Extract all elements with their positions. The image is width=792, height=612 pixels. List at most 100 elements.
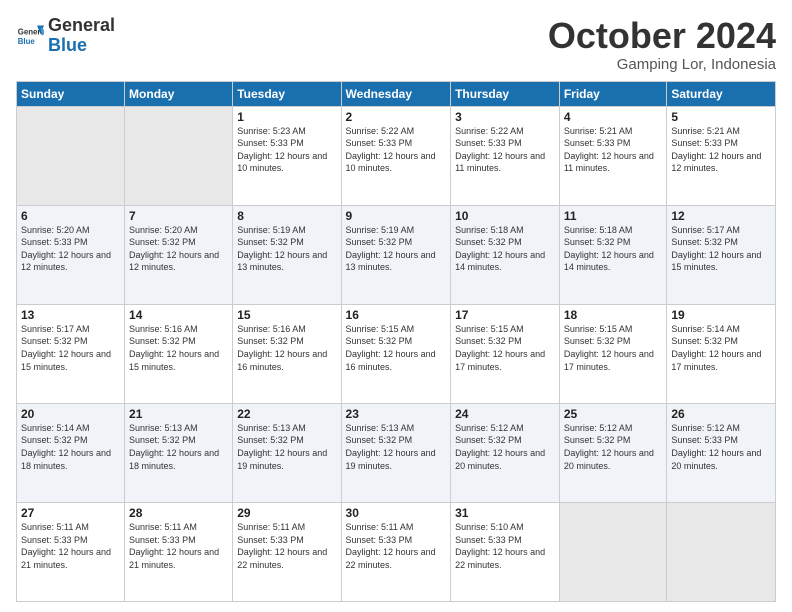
day-number: 23 [346, 407, 447, 421]
calendar-cell: 26Sunrise: 5:12 AMSunset: 5:33 PMDayligh… [667, 403, 776, 502]
calendar-cell: 1Sunrise: 5:23 AMSunset: 5:33 PMDaylight… [233, 106, 341, 205]
day-number: 6 [21, 209, 120, 223]
day-info: Sunrise: 5:18 AMSunset: 5:32 PMDaylight:… [564, 224, 663, 274]
day-number: 20 [21, 407, 120, 421]
day-number: 1 [237, 110, 336, 124]
day-number: 13 [21, 308, 120, 322]
day-number: 5 [671, 110, 771, 124]
day-info: Sunrise: 5:11 AMSunset: 5:33 PMDaylight:… [21, 521, 120, 571]
calendar-cell: 25Sunrise: 5:12 AMSunset: 5:32 PMDayligh… [559, 403, 667, 502]
day-number: 24 [455, 407, 555, 421]
calendar-cell: 18Sunrise: 5:15 AMSunset: 5:32 PMDayligh… [559, 304, 667, 403]
day-number: 2 [346, 110, 447, 124]
day-number: 15 [237, 308, 336, 322]
day-info: Sunrise: 5:12 AMSunset: 5:32 PMDaylight:… [455, 422, 555, 472]
day-info: Sunrise: 5:21 AMSunset: 5:33 PMDaylight:… [671, 125, 771, 175]
calendar-week-row: 20Sunrise: 5:14 AMSunset: 5:32 PMDayligh… [17, 403, 776, 502]
day-number: 14 [129, 308, 228, 322]
day-info: Sunrise: 5:12 AMSunset: 5:33 PMDaylight:… [671, 422, 771, 472]
weekday-header-sunday: Sunday [17, 81, 125, 106]
calendar-cell: 30Sunrise: 5:11 AMSunset: 5:33 PMDayligh… [341, 502, 451, 601]
day-number: 18 [564, 308, 663, 322]
day-info: Sunrise: 5:14 AMSunset: 5:32 PMDaylight:… [21, 422, 120, 472]
day-info: Sunrise: 5:21 AMSunset: 5:33 PMDaylight:… [564, 125, 663, 175]
day-number: 21 [129, 407, 228, 421]
calendar-cell: 2Sunrise: 5:22 AMSunset: 5:33 PMDaylight… [341, 106, 451, 205]
day-info: Sunrise: 5:19 AMSunset: 5:32 PMDaylight:… [237, 224, 336, 274]
calendar-cell: 8Sunrise: 5:19 AMSunset: 5:32 PMDaylight… [233, 205, 341, 304]
weekday-header-saturday: Saturday [667, 81, 776, 106]
calendar-cell: 23Sunrise: 5:13 AMSunset: 5:32 PMDayligh… [341, 403, 451, 502]
calendar-cell [559, 502, 667, 601]
day-number: 9 [346, 209, 447, 223]
day-number: 17 [455, 308, 555, 322]
day-number: 19 [671, 308, 771, 322]
day-info: Sunrise: 5:14 AMSunset: 5:32 PMDaylight:… [671, 323, 771, 373]
month-title: October 2024 [548, 16, 776, 56]
calendar-cell: 7Sunrise: 5:20 AMSunset: 5:32 PMDaylight… [125, 205, 233, 304]
calendar-cell: 29Sunrise: 5:11 AMSunset: 5:33 PMDayligh… [233, 502, 341, 601]
logo-text: General Blue [48, 16, 115, 56]
day-number: 31 [455, 506, 555, 520]
day-number: 28 [129, 506, 228, 520]
day-info: Sunrise: 5:16 AMSunset: 5:32 PMDaylight:… [129, 323, 228, 373]
day-info: Sunrise: 5:22 AMSunset: 5:33 PMDaylight:… [455, 125, 555, 175]
calendar-cell: 4Sunrise: 5:21 AMSunset: 5:33 PMDaylight… [559, 106, 667, 205]
day-number: 8 [237, 209, 336, 223]
day-number: 3 [455, 110, 555, 124]
calendar-cell: 27Sunrise: 5:11 AMSunset: 5:33 PMDayligh… [17, 502, 125, 601]
calendar-cell: 5Sunrise: 5:21 AMSunset: 5:33 PMDaylight… [667, 106, 776, 205]
calendar-cell: 3Sunrise: 5:22 AMSunset: 5:33 PMDaylight… [451, 106, 560, 205]
weekday-header-thursday: Thursday [451, 81, 560, 106]
location-subtitle: Gamping Lor, Indonesia [548, 56, 776, 73]
logo-icon: General Blue [16, 22, 44, 50]
day-info: Sunrise: 5:13 AMSunset: 5:32 PMDaylight:… [129, 422, 228, 472]
day-info: Sunrise: 5:23 AMSunset: 5:33 PMDaylight:… [237, 125, 336, 175]
calendar-week-row: 13Sunrise: 5:17 AMSunset: 5:32 PMDayligh… [17, 304, 776, 403]
calendar-cell [667, 502, 776, 601]
calendar-cell: 15Sunrise: 5:16 AMSunset: 5:32 PMDayligh… [233, 304, 341, 403]
title-block: October 2024 Gamping Lor, Indonesia [548, 16, 776, 73]
day-info: Sunrise: 5:20 AMSunset: 5:32 PMDaylight:… [129, 224, 228, 274]
calendar-cell: 9Sunrise: 5:19 AMSunset: 5:32 PMDaylight… [341, 205, 451, 304]
day-info: Sunrise: 5:12 AMSunset: 5:32 PMDaylight:… [564, 422, 663, 472]
day-number: 12 [671, 209, 771, 223]
day-number: 7 [129, 209, 228, 223]
day-info: Sunrise: 5:13 AMSunset: 5:32 PMDaylight:… [237, 422, 336, 472]
day-info: Sunrise: 5:15 AMSunset: 5:32 PMDaylight:… [455, 323, 555, 373]
day-info: Sunrise: 5:13 AMSunset: 5:32 PMDaylight:… [346, 422, 447, 472]
weekday-header-wednesday: Wednesday [341, 81, 451, 106]
calendar-cell: 19Sunrise: 5:14 AMSunset: 5:32 PMDayligh… [667, 304, 776, 403]
day-number: 10 [455, 209, 555, 223]
day-info: Sunrise: 5:17 AMSunset: 5:32 PMDaylight:… [21, 323, 120, 373]
calendar-week-row: 1Sunrise: 5:23 AMSunset: 5:33 PMDaylight… [17, 106, 776, 205]
calendar-cell: 16Sunrise: 5:15 AMSunset: 5:32 PMDayligh… [341, 304, 451, 403]
day-info: Sunrise: 5:10 AMSunset: 5:33 PMDaylight:… [455, 521, 555, 571]
day-info: Sunrise: 5:16 AMSunset: 5:32 PMDaylight:… [237, 323, 336, 373]
weekday-header-friday: Friday [559, 81, 667, 106]
calendar-week-row: 27Sunrise: 5:11 AMSunset: 5:33 PMDayligh… [17, 502, 776, 601]
calendar-cell: 6Sunrise: 5:20 AMSunset: 5:33 PMDaylight… [17, 205, 125, 304]
svg-text:Blue: Blue [18, 37, 36, 46]
day-number: 25 [564, 407, 663, 421]
calendar-cell [17, 106, 125, 205]
logo: General Blue General Blue [16, 16, 115, 56]
calendar-cell: 20Sunrise: 5:14 AMSunset: 5:32 PMDayligh… [17, 403, 125, 502]
day-info: Sunrise: 5:15 AMSunset: 5:32 PMDaylight:… [564, 323, 663, 373]
day-info: Sunrise: 5:11 AMSunset: 5:33 PMDaylight:… [129, 521, 228, 571]
day-info: Sunrise: 5:17 AMSunset: 5:32 PMDaylight:… [671, 224, 771, 274]
calendar-cell: 31Sunrise: 5:10 AMSunset: 5:33 PMDayligh… [451, 502, 560, 601]
day-info: Sunrise: 5:19 AMSunset: 5:32 PMDaylight:… [346, 224, 447, 274]
day-info: Sunrise: 5:11 AMSunset: 5:33 PMDaylight:… [237, 521, 336, 571]
calendar-page: General Blue General Blue October 2024 G… [0, 0, 792, 612]
calendar-cell: 14Sunrise: 5:16 AMSunset: 5:32 PMDayligh… [125, 304, 233, 403]
calendar-cell: 28Sunrise: 5:11 AMSunset: 5:33 PMDayligh… [125, 502, 233, 601]
day-number: 16 [346, 308, 447, 322]
calendar-cell: 21Sunrise: 5:13 AMSunset: 5:32 PMDayligh… [125, 403, 233, 502]
header: General Blue General Blue October 2024 G… [16, 16, 776, 73]
calendar-cell: 24Sunrise: 5:12 AMSunset: 5:32 PMDayligh… [451, 403, 560, 502]
calendar-cell: 11Sunrise: 5:18 AMSunset: 5:32 PMDayligh… [559, 205, 667, 304]
calendar-cell: 17Sunrise: 5:15 AMSunset: 5:32 PMDayligh… [451, 304, 560, 403]
day-number: 29 [237, 506, 336, 520]
calendar-cell [125, 106, 233, 205]
